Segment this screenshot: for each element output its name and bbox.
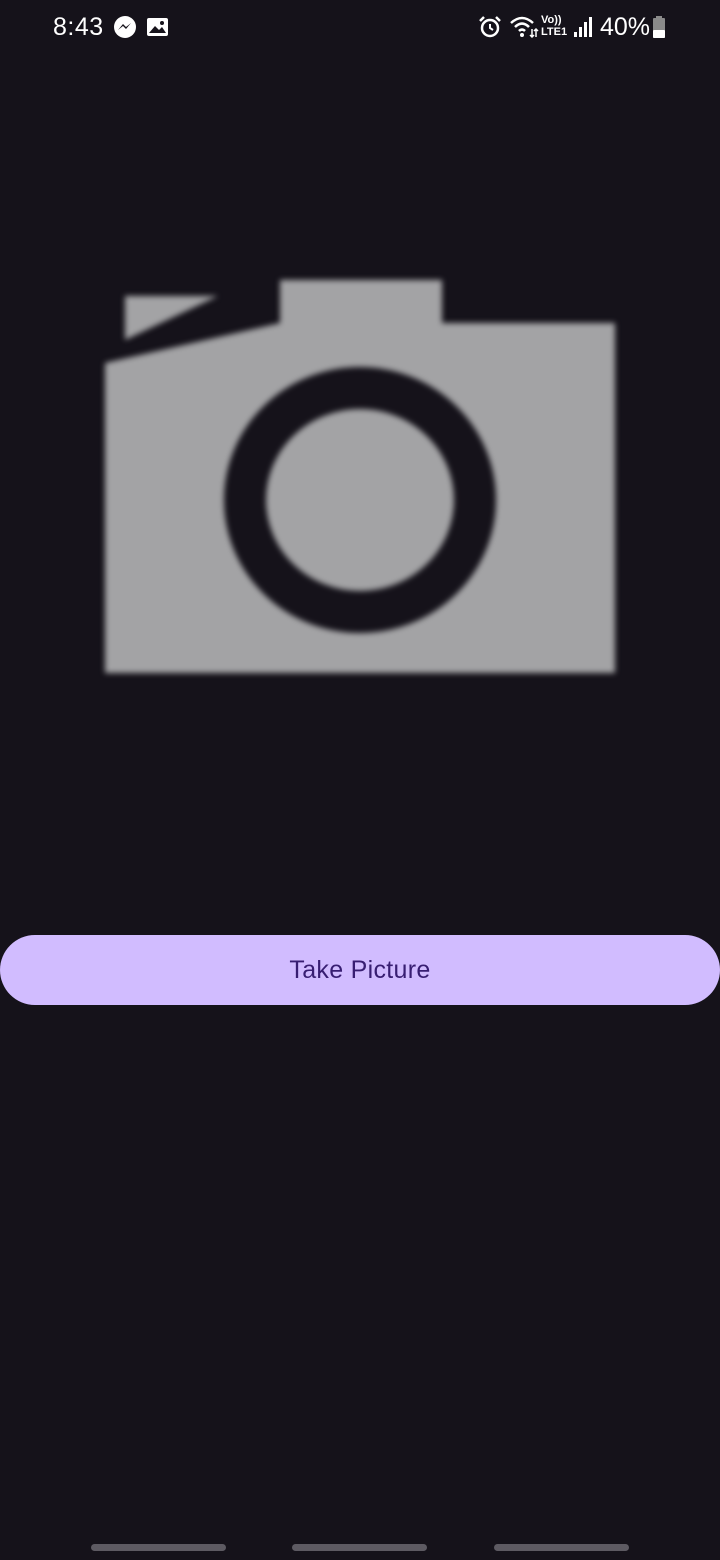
battery-icon	[653, 16, 665, 38]
messenger-icon	[114, 16, 136, 38]
volte-icon: Vo)) LTE1	[541, 14, 567, 38]
battery-percent: 40%	[600, 13, 651, 41]
recent-apps-handle[interactable]	[91, 1544, 226, 1551]
signal-icon	[574, 17, 592, 37]
lte-label: LTE1	[541, 26, 568, 38]
home-handle[interactable]	[292, 1544, 427, 1551]
take-picture-button[interactable]: Take Picture	[0, 935, 720, 1005]
back-handle[interactable]	[494, 1544, 629, 1551]
screen: 8:43 Vo)) LTE1 40% Take Picture	[0, 0, 720, 1560]
status-bar: 8:43 Vo)) LTE1 40%	[0, 0, 720, 56]
wifi-icon	[510, 16, 539, 39]
take-picture-label: Take Picture	[289, 955, 431, 984]
volte-label: Vo))	[541, 14, 562, 26]
status-time: 8:43	[53, 13, 104, 41]
alarm-icon	[479, 16, 501, 38]
gallery-icon	[147, 18, 168, 36]
camera-placeholder-icon	[105, 280, 615, 673]
